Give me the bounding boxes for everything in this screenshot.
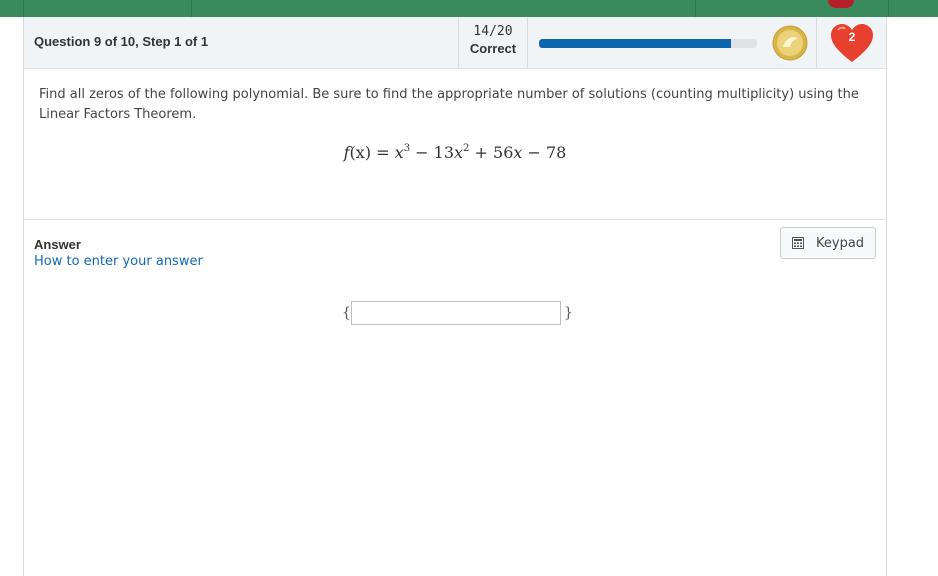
calculator-icon [792, 237, 804, 249]
eq-t2-var: x [454, 143, 464, 162]
eq-t2-coef: 13 [433, 143, 455, 162]
question-card: Question 9 of 10, Step 1 of 1 14/20 Corr… [23, 17, 887, 576]
progress-bar-fill [539, 39, 731, 48]
keypad-button[interactable]: Keypad [780, 227, 876, 259]
answer-heading: Answer [34, 237, 81, 252]
lives-box: 2 [816, 17, 886, 68]
eq-t3-coef: 56 [493, 143, 514, 162]
question-prompt: Find all zeros of the following polynomi… [39, 87, 859, 122]
top-nav-tab-right[interactable] [695, 0, 889, 17]
section-divider [24, 219, 886, 220]
hearts-count: 2 [848, 30, 856, 44]
eq-t3-var: x [513, 143, 523, 162]
score-box: 14/20 Correct [458, 17, 528, 68]
eq-op1: − [415, 143, 429, 162]
eq-var: (x) [349, 143, 372, 162]
eq-t2-exp: 2 [463, 143, 470, 154]
top-nav-tab-left[interactable] [23, 0, 192, 17]
eq-equals: = [376, 143, 390, 162]
top-navigation-bar [0, 0, 938, 17]
how-to-enter-answer-link[interactable]: How to enter your answer [34, 254, 203, 269]
keypad-label: Keypad [816, 236, 865, 251]
eq-op3: − [527, 143, 541, 162]
eq-t1-var: x [394, 143, 404, 162]
eq-op2: + [474, 143, 488, 162]
eq-t4: 78 [546, 143, 567, 162]
gold-coin-icon[interactable] [772, 25, 808, 61]
score-label: Correct [469, 41, 517, 56]
eq-t1-exp: 3 [403, 143, 411, 154]
question-title: Question 9 of 10, Step 1 of 1 [34, 34, 209, 49]
progress-bar [539, 39, 757, 48]
question-header: Question 9 of 10, Step 1 of 1 14/20 Corr… [24, 17, 886, 69]
dice-icon [828, 0, 854, 8]
polynomial-equation: f(x) = x3 − 13x2 + 56x − 78 [24, 143, 886, 162]
close-brace: } [564, 305, 573, 321]
open-brace: { [342, 305, 351, 321]
answer-input[interactable] [351, 301, 561, 325]
score-fraction: 14/20 [473, 24, 513, 39]
